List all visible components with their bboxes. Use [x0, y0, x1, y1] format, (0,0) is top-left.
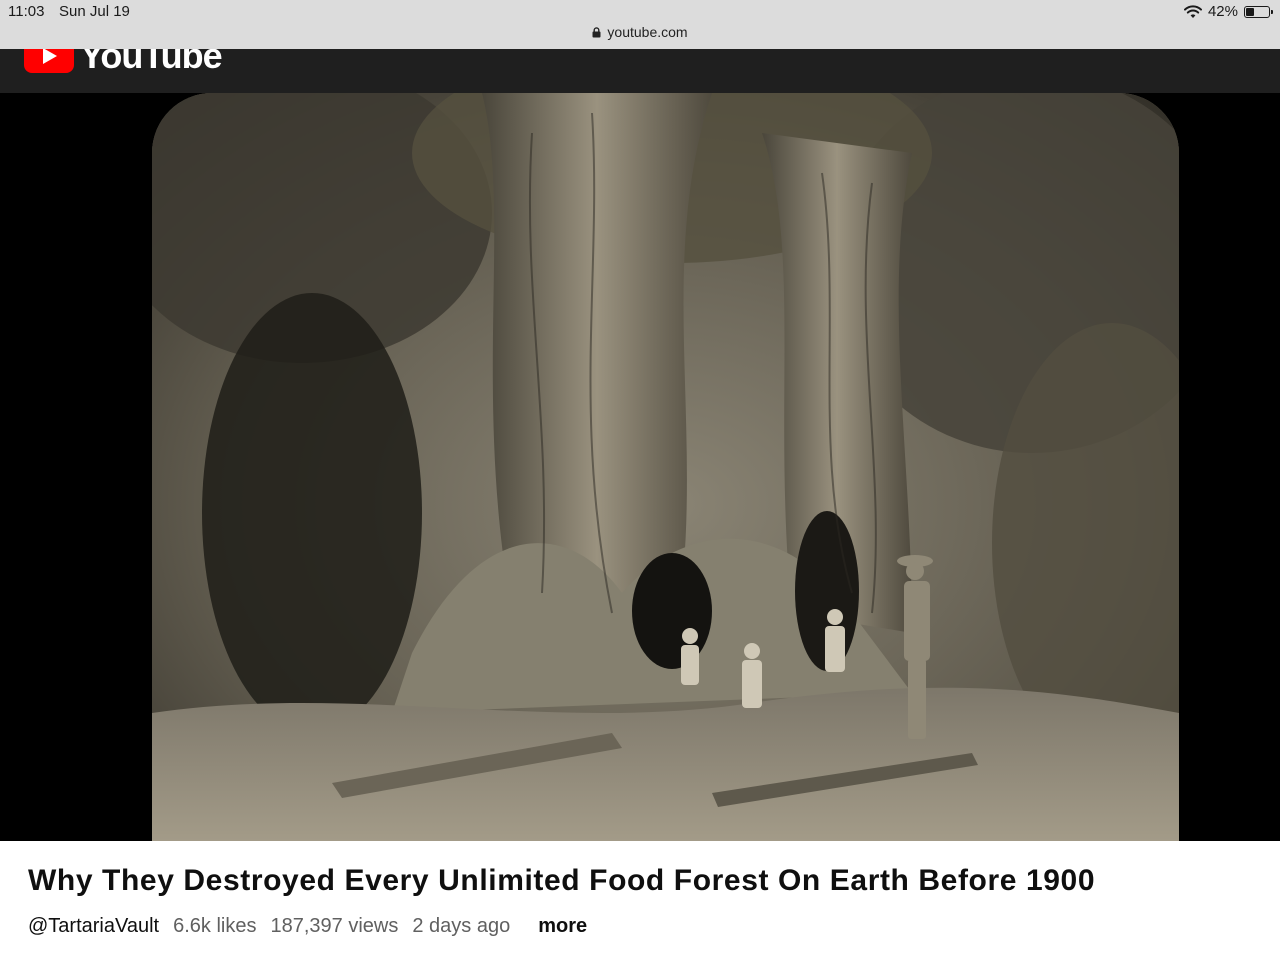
url-text: youtube.com	[607, 24, 688, 40]
battery-level	[1246, 7, 1255, 16]
youtube-header: YouTube	[0, 49, 1280, 93]
logo-wordmark: YouTube	[80, 49, 223, 76]
like-count: 6.6k likes	[173, 915, 257, 937]
status-indicators: 42%	[1183, 3, 1273, 20]
video-title[interactable]: Why They Destroyed Every Unlimited Food …	[28, 864, 1095, 898]
status-bar: 11:03 Sun Jul 19 42% youtube.com	[0, 0, 1280, 49]
wifi-icon	[1183, 4, 1202, 19]
battery-icon	[1244, 5, 1273, 18]
status-time: 11:03	[8, 3, 45, 20]
channel-name[interactable]: @TartariaVault	[28, 915, 159, 938]
more-button[interactable]: more	[538, 915, 587, 938]
youtube-logo[interactable]: YouTube	[24, 49, 223, 77]
address-bar[interactable]: youtube.com	[0, 24, 1280, 40]
battery-percent: 42%	[1207, 3, 1238, 20]
video-meta: @TartariaVault 6.6k likes 187,397 views …	[28, 915, 587, 938]
view-count: 187,397 views	[270, 915, 399, 937]
upload-date: 2 days ago	[412, 915, 511, 937]
video-player[interactable]	[0, 93, 1280, 841]
lock-icon	[592, 26, 601, 38]
video-frame[interactable]	[152, 93, 1179, 841]
forest-photo	[152, 93, 1179, 841]
status-date: Sun Jul 19	[59, 3, 130, 20]
play-logo-icon	[24, 49, 74, 73]
